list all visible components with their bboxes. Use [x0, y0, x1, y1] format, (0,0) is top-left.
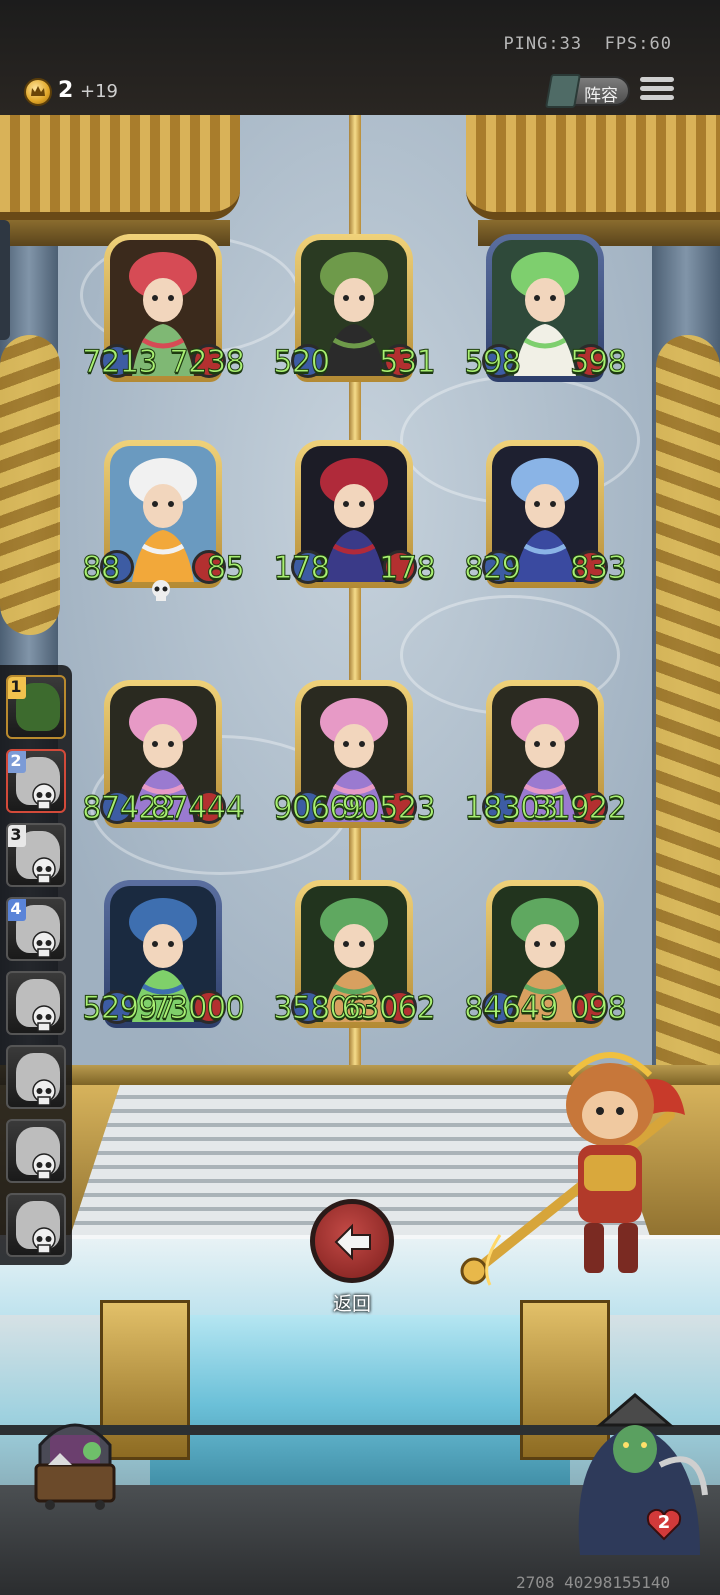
dragon-carving-right — [656, 335, 720, 1095]
skull-icon — [30, 857, 58, 885]
roof-right — [466, 115, 720, 220]
lives-count: 2 — [657, 1512, 671, 1533]
hero-card[interactable]: 84649 098 — [464, 880, 628, 1028]
book-icon — [545, 74, 581, 108]
roof-left — [0, 115, 240, 220]
side-handle[interactable] — [0, 220, 10, 340]
hero-card[interactable]: 598 598 — [463, 234, 628, 382]
dragon-carving-left — [0, 335, 60, 635]
lineup-label: 阵容 — [584, 86, 618, 106]
hero-card[interactable]: 829 833 — [463, 440, 628, 588]
hero-card[interactable]: 7213 7238 — [82, 234, 245, 382]
hero-card[interactable]: 88 85 — [81, 440, 246, 601]
footer-id: 2708 40298155140 — [516, 1573, 671, 1592]
roster-rank: 4 — [8, 899, 26, 921]
skull-icon — [150, 580, 172, 602]
hero-health: 178 — [272, 550, 330, 587]
skull-icon — [30, 1005, 58, 1033]
roster-slot[interactable]: 4 — [6, 897, 66, 961]
menu-icon[interactable] — [640, 74, 674, 106]
skull-icon — [30, 931, 58, 959]
fps-readout: FPS:60 — [604, 34, 672, 54]
hero-attack: 098 — [569, 990, 627, 1027]
waterfall — [150, 1315, 570, 1495]
hero-card[interactable]: 52997 73000 — [82, 880, 245, 1028]
hero-health: 88 — [81, 550, 120, 587]
hero-health: 7213 — [82, 344, 159, 381]
hero-attack: 87444 — [150, 790, 246, 827]
roster-rank: 1 — [8, 677, 26, 699]
roster-rank: 3 — [8, 825, 26, 847]
hero-health: 598 — [463, 344, 521, 381]
hero-health: 84649 — [464, 990, 560, 1027]
player-hero-avatar[interactable] — [560, 1385, 710, 1555]
roster-slot[interactable]: 3 — [6, 823, 66, 887]
hero-attack: 90523 — [341, 790, 437, 827]
roster-slot[interactable] — [6, 971, 66, 1035]
top-status-bar: PING:33 FPS:60 2 +19 阵容 — [0, 0, 720, 115]
roster-slot[interactable] — [6, 1119, 66, 1183]
roster-slot[interactable] — [6, 1193, 66, 1257]
shop-cart-icon[interactable] — [30, 1405, 120, 1510]
arrow-left-icon — [334, 1223, 371, 1261]
roster-rank: 2 — [8, 751, 26, 773]
back-label: 返回 — [332, 1293, 371, 1315]
hero-card[interactable]: 35806 63062 — [273, 880, 436, 1028]
hero-card[interactable]: 520 531 — [272, 234, 437, 382]
hero-card[interactable]: 87422 87444 — [82, 680, 245, 828]
hero-attack: 73000 — [150, 990, 246, 1027]
hero-health: 520 — [272, 344, 330, 381]
skull-icon — [30, 1227, 58, 1255]
crown-coin-icon — [24, 78, 52, 106]
hero-attack: 833 — [569, 550, 627, 587]
roster-slot[interactable] — [6, 1045, 66, 1109]
coin-bonus: +19 — [80, 81, 118, 102]
skull-icon — [30, 1153, 58, 1181]
hero-attack: 7238 — [169, 344, 246, 381]
hero-card[interactable]: 90669 90523 — [273, 680, 436, 828]
hero-health: 829 — [463, 550, 521, 587]
back-button[interactable] — [310, 1199, 394, 1283]
ping-readout: PING:33 — [503, 34, 583, 54]
hero-attack: 85 — [206, 550, 245, 587]
hero-card[interactable]: 18303 31922 — [464, 680, 627, 828]
lineup-button[interactable]: 阵容 — [545, 74, 630, 108]
roster-slot[interactable]: 1 — [6, 675, 66, 739]
hero-attack: 598 — [569, 344, 627, 381]
skull-icon — [30, 1079, 58, 1107]
hero-attack: 178 — [378, 550, 436, 587]
roster-slot[interactable]: 2 — [6, 749, 66, 813]
opponent-roster: 1 2 3 4 — [0, 665, 72, 1265]
skull-icon — [30, 783, 58, 811]
hero-attack: 531 — [378, 344, 436, 381]
hero-attack: 63062 — [341, 990, 437, 1027]
network-stats: PING:33 FPS:60 — [503, 34, 672, 54]
monkey-king-hero — [460, 1035, 690, 1295]
coin-count: 2 — [58, 78, 74, 103]
hero-card[interactable]: 178 178 — [272, 440, 437, 588]
hero-attack: 31922 — [532, 790, 628, 827]
